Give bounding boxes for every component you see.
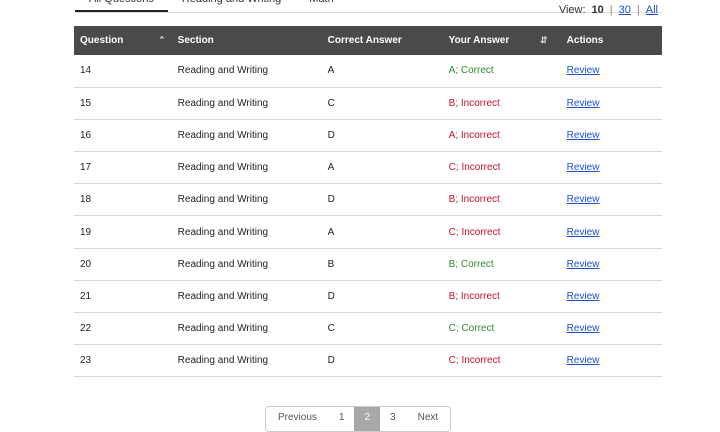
review-link[interactable]: Review — [567, 162, 600, 173]
question-cell: 17 — [80, 162, 92, 174]
table-row: 14 Reading and Writing A A; Correct Review — [74, 55, 662, 88]
section-cell: Reading and Writing — [177, 258, 269, 270]
chevron-up-icon[interactable]: ⌃ — [158, 35, 166, 46]
review-link[interactable]: Review — [567, 130, 600, 141]
your-answer-cell: B; Incorrect — [448, 194, 500, 206]
your-answer-cell: C; Incorrect — [448, 162, 501, 174]
table-row: 22 Reading and Writing C C; Correct Review — [74, 313, 662, 345]
section-cell: Reading and Writing — [177, 290, 269, 302]
review-link[interactable]: Review — [567, 65, 600, 76]
question-filter-tabs: All Questions Reading and Writing Math — [75, 0, 348, 13]
correct-answer-cell: D — [327, 194, 335, 206]
view-option-30[interactable]: 30 — [619, 4, 631, 16]
your-answer-cell: B; Incorrect — [448, 290, 500, 302]
question-cell: 20 — [80, 258, 92, 270]
page-1-button[interactable]: 1 — [329, 407, 355, 431]
section-cell: Reading and Writing — [177, 194, 269, 206]
table-row: 20 Reading and Writing B B; Correct Review — [74, 248, 662, 281]
correct-answer-cell: A — [327, 226, 335, 238]
your-answer-cell: C; Incorrect — [448, 226, 501, 238]
section-cell: Reading and Writing — [177, 97, 269, 109]
table-row: 16 Reading and Writing D A; Incorrect Review — [74, 119, 662, 152]
correct-answer-cell: C — [327, 97, 335, 109]
correct-answer-cell: C — [327, 323, 335, 335]
correct-answer-cell: A — [327, 65, 335, 77]
correct-answer-cell: A — [327, 162, 335, 174]
review-link[interactable]: Review — [567, 194, 600, 205]
sort-updown-icon[interactable]: ⇵ — [540, 35, 548, 46]
column-header-actions: Actions — [566, 35, 604, 46]
your-answer-cell: C; Correct — [448, 323, 495, 335]
view-option-all[interactable]: All — [646, 4, 658, 16]
your-answer-cell: B; Correct — [448, 258, 494, 270]
section-cell: Reading and Writing — [177, 355, 269, 367]
review-link[interactable]: Review — [567, 227, 600, 238]
table-row: 19 Reading and Writing A C; Incorrect Review — [74, 216, 662, 249]
correct-answer-cell: D — [327, 129, 335, 141]
your-answer-cell: A; Incorrect — [448, 129, 500, 141]
review-link[interactable]: Review — [567, 291, 600, 302]
correct-answer-cell: D — [327, 355, 335, 367]
question-cell: 15 — [80, 97, 92, 109]
question-cell: 14 — [80, 65, 92, 77]
table-row: 17 Reading and Writing A C; Incorrect Review — [74, 152, 662, 184]
question-cell: 16 — [80, 129, 92, 141]
section-cell: Reading and Writing — [177, 162, 269, 174]
your-answer-cell: C; Incorrect — [448, 355, 501, 367]
column-header-question[interactable]: Question ⌃ — [74, 26, 172, 55]
column-header-your-answer[interactable]: Your Answer ⇵ — [443, 26, 561, 55]
question-cell: 21 — [80, 290, 92, 302]
section-cell: Reading and Writing — [177, 226, 269, 238]
view-separator: | — [636, 4, 640, 16]
review-link[interactable]: Review — [567, 259, 600, 270]
table-row: 18 Reading and Writing D B; Incorrect Review — [74, 184, 662, 216]
table-row: 23 Reading and Writing D C; Incorrect Review — [74, 345, 662, 377]
tab-reading-writing[interactable]: Reading and Writing — [168, 0, 295, 10]
column-header-correct-answer: Correct Answer — [327, 35, 402, 46]
section-cell: Reading and Writing — [177, 65, 269, 77]
table-row: 15 Reading and Writing C B; Incorrect Review — [74, 87, 662, 120]
question-cell: 22 — [80, 323, 92, 335]
section-cell: Reading and Writing — [177, 323, 269, 335]
review-link[interactable]: Review — [567, 323, 600, 334]
view-option-10: 10 — [591, 4, 604, 16]
review-link[interactable]: Review — [567, 98, 600, 109]
prev-button[interactable]: Previous — [266, 407, 329, 431]
your-answer-cell: A; Correct — [448, 65, 494, 77]
view-separator: | — [609, 4, 613, 16]
review-link[interactable]: Review — [567, 355, 600, 366]
column-header-section: Section — [177, 35, 214, 46]
your-answer-cell: B; Incorrect — [448, 97, 500, 109]
page-2-button[interactable]: 2 — [354, 407, 381, 431]
section-cell: Reading and Writing — [177, 129, 269, 141]
pagination: Previous 1 2 3 Next — [265, 406, 452, 432]
tab-math[interactable]: Math — [295, 0, 347, 10]
question-cell: 18 — [80, 194, 92, 206]
view-label: View: — [558, 4, 586, 16]
question-cell: 23 — [80, 355, 92, 367]
next-button[interactable]: Next — [406, 407, 451, 431]
view-selector: View: 10 | 30 | All — [559, 4, 658, 16]
page-3-button[interactable]: 3 — [380, 407, 406, 431]
table-row: 21 Reading and Writing D B; Incorrect Review — [74, 280, 662, 313]
results-table: Question ⌃ Section Correct Answer Your A… — [74, 26, 662, 377]
question-cell: 19 — [80, 226, 92, 238]
correct-answer-cell: D — [327, 290, 335, 302]
table-header-row: Question ⌃ Section Correct Answer Your A… — [74, 26, 662, 55]
correct-answer-cell: B — [327, 258, 335, 270]
